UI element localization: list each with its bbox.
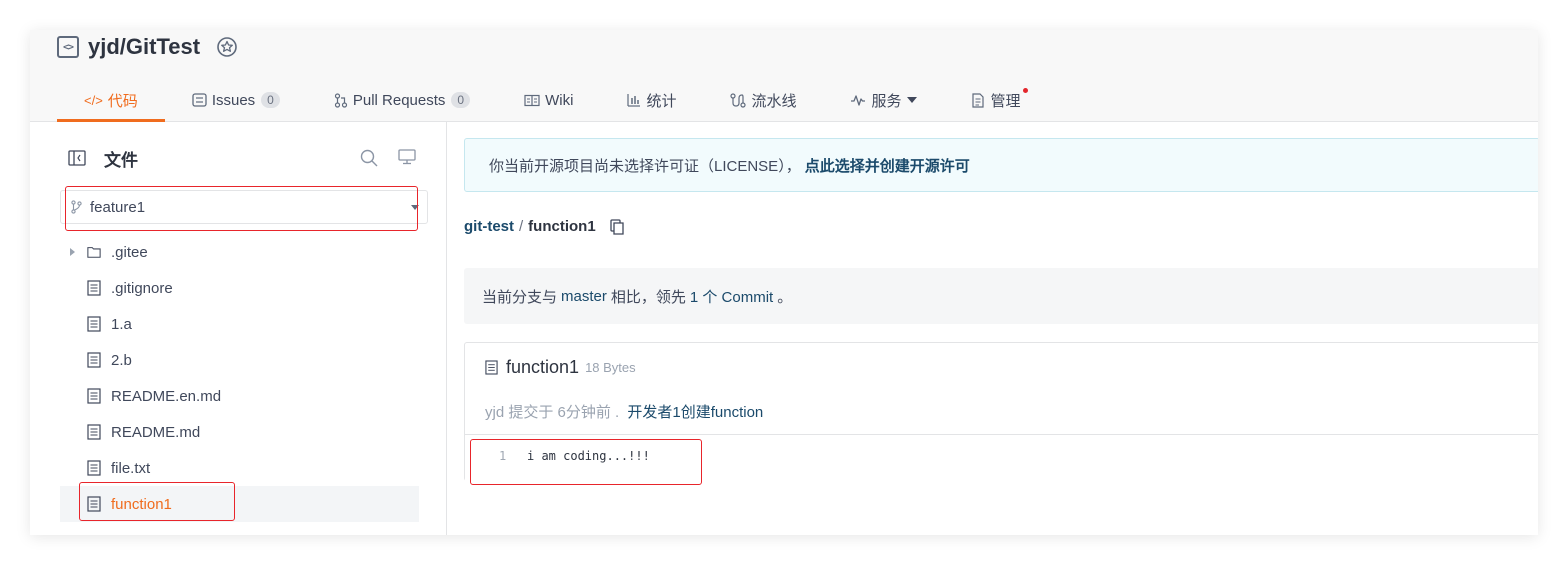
file-icon: [87, 352, 101, 368]
code-highlight-box: [470, 439, 702, 485]
file-name: function1: [506, 357, 580, 377]
file-icon: [87, 460, 101, 476]
file-icon: [87, 316, 101, 332]
repo-tabs: </> 代码 Issues 0 Pull Requests 0 Wiki 统计: [57, 78, 1048, 122]
tab-label: 统计: [646, 92, 677, 110]
tree-item-label: 2.b: [111, 351, 132, 369]
pipeline-icon: [730, 92, 747, 108]
compare-branch-link[interactable]: master: [561, 288, 607, 305]
tab-pull-requests[interactable]: Pull Requests 0: [307, 78, 497, 122]
pull-request-icon: [334, 92, 347, 108]
commit-meta: yjd 提交于 6分钟前 .: [485, 404, 620, 421]
sidebar-title: 文件: [104, 150, 138, 170]
manage-icon: [972, 92, 985, 108]
folder-icon: [87, 247, 101, 258]
tab-manage[interactable]: 管理: [944, 78, 1047, 122]
tab-wiki[interactable]: Wiki: [497, 78, 600, 122]
tree-item-gitignore[interactable]: .gitignore: [60, 270, 419, 306]
file-tree: .gitee .gitignore 1.a 2.b README.en.md R…: [60, 234, 419, 522]
repo-title: <> yjd/GitTest: [57, 32, 239, 62]
notification-dot: [1022, 88, 1028, 93]
tree-item-readme-en[interactable]: README.en.md: [60, 378, 419, 414]
tree-item-label: 1.a: [111, 315, 132, 333]
commit-message-link[interactable]: 开发者1创建function: [627, 404, 763, 421]
tab-issues[interactable]: Issues 0: [165, 78, 307, 122]
tab-label: Pull Requests: [352, 91, 446, 109]
tree-item-label: README.en.md: [111, 387, 222, 405]
chevron-down-icon: [907, 97, 918, 103]
breadcrumb: git-test / function1: [464, 218, 624, 235]
collapse-sidebar-icon[interactable]: [68, 150, 86, 166]
issues-count-badge: 0: [261, 92, 280, 108]
tab-label: 代码: [107, 92, 138, 110]
tab-services[interactable]: 服务: [823, 78, 944, 122]
tab-label: 管理: [990, 92, 1021, 110]
repo-page: <> yjd/GitTest </> 代码 Issues 0 Pull Requ…: [30, 30, 1538, 535]
repo-name[interactable]: yjd/GitTest: [88, 34, 200, 60]
branch-compare-bar: 当前分支与 master 相比，领先 1 个 Commit 。: [464, 268, 1538, 324]
compare-middle: 相比，领先: [610, 288, 686, 306]
repo-code-icon: <>: [57, 36, 79, 58]
breadcrumb-repo-link[interactable]: git-test: [464, 218, 514, 235]
tree-item-file-txt[interactable]: file.txt: [60, 450, 419, 486]
tree-item-2b[interactable]: 2.b: [60, 342, 419, 378]
file-sidebar: 文件 feature1 .gitee .gitignore 1.a 2.b RE…: [30, 122, 447, 535]
repo-header: <> yjd/GitTest </> 代码 Issues 0 Pull Requ…: [30, 30, 1538, 122]
sidebar-tools: [360, 149, 416, 167]
file-viewer-title: function1 18 Bytes: [485, 357, 636, 378]
tree-item-1a[interactable]: 1.a: [60, 306, 419, 342]
breadcrumb-separator: /: [519, 218, 524, 235]
bar-chart-icon: [627, 94, 641, 107]
file-icon: [87, 280, 101, 296]
tab-label: 流水线: [751, 92, 797, 110]
tab-label: Issues: [211, 91, 256, 109]
file-highlight-box: [79, 482, 235, 521]
tree-item-gitee[interactable]: .gitee: [60, 234, 419, 270]
file-icon: [87, 424, 101, 440]
file-size: 18 Bytes: [585, 360, 636, 375]
book-icon: [524, 94, 540, 106]
license-notice: 你当前开源项目尚未选择许可证（LICENSE）， 点此选择并创建开源许可: [464, 138, 1538, 192]
sidebar-header: 文件: [68, 147, 416, 170]
compare-suffix: 。: [777, 288, 793, 306]
license-text: 你当前开源项目尚未选择许可证（LICENSE），: [489, 157, 801, 175]
monitor-icon[interactable]: [398, 149, 416, 165]
tree-item-label: README.md: [111, 423, 201, 441]
copy-icon[interactable]: [610, 218, 624, 235]
file-icon: [485, 360, 498, 375]
recommended-badge-icon[interactable]: [215, 35, 239, 59]
last-commit-info: yjd 提交于 6分钟前 . 开发者1创建function: [485, 401, 763, 422]
search-icon[interactable]: [360, 149, 378, 167]
tab-label: Wiki: [545, 91, 574, 109]
issues-icon: [192, 93, 207, 107]
file-icon: [87, 388, 101, 404]
tab-pipeline[interactable]: 流水线: [703, 78, 823, 122]
tab-statistics[interactable]: 统计: [600, 78, 703, 122]
tree-item-label: .gitignore: [111, 279, 173, 297]
compare-prefix: 当前分支与: [482, 288, 558, 306]
pull-requests-count-badge: 0: [451, 92, 471, 108]
create-license-link[interactable]: 点此选择并创建开源许可: [805, 155, 970, 176]
tree-item-label: file.txt: [111, 459, 151, 477]
tree-item-label: .gitee: [111, 243, 148, 261]
compare-commits-link[interactable]: 1 个 Commit: [690, 286, 773, 307]
tree-item-readme[interactable]: README.md: [60, 414, 419, 450]
tab-code[interactable]: </> 代码: [57, 78, 165, 122]
breadcrumb-current: function1: [528, 218, 596, 235]
expand-arrow-icon[interactable]: [70, 248, 75, 256]
tab-label: 服务: [871, 92, 902, 110]
branch-highlight-box: [65, 186, 418, 231]
pulse-icon: [851, 95, 866, 106]
code-icon: </>: [84, 92, 103, 108]
